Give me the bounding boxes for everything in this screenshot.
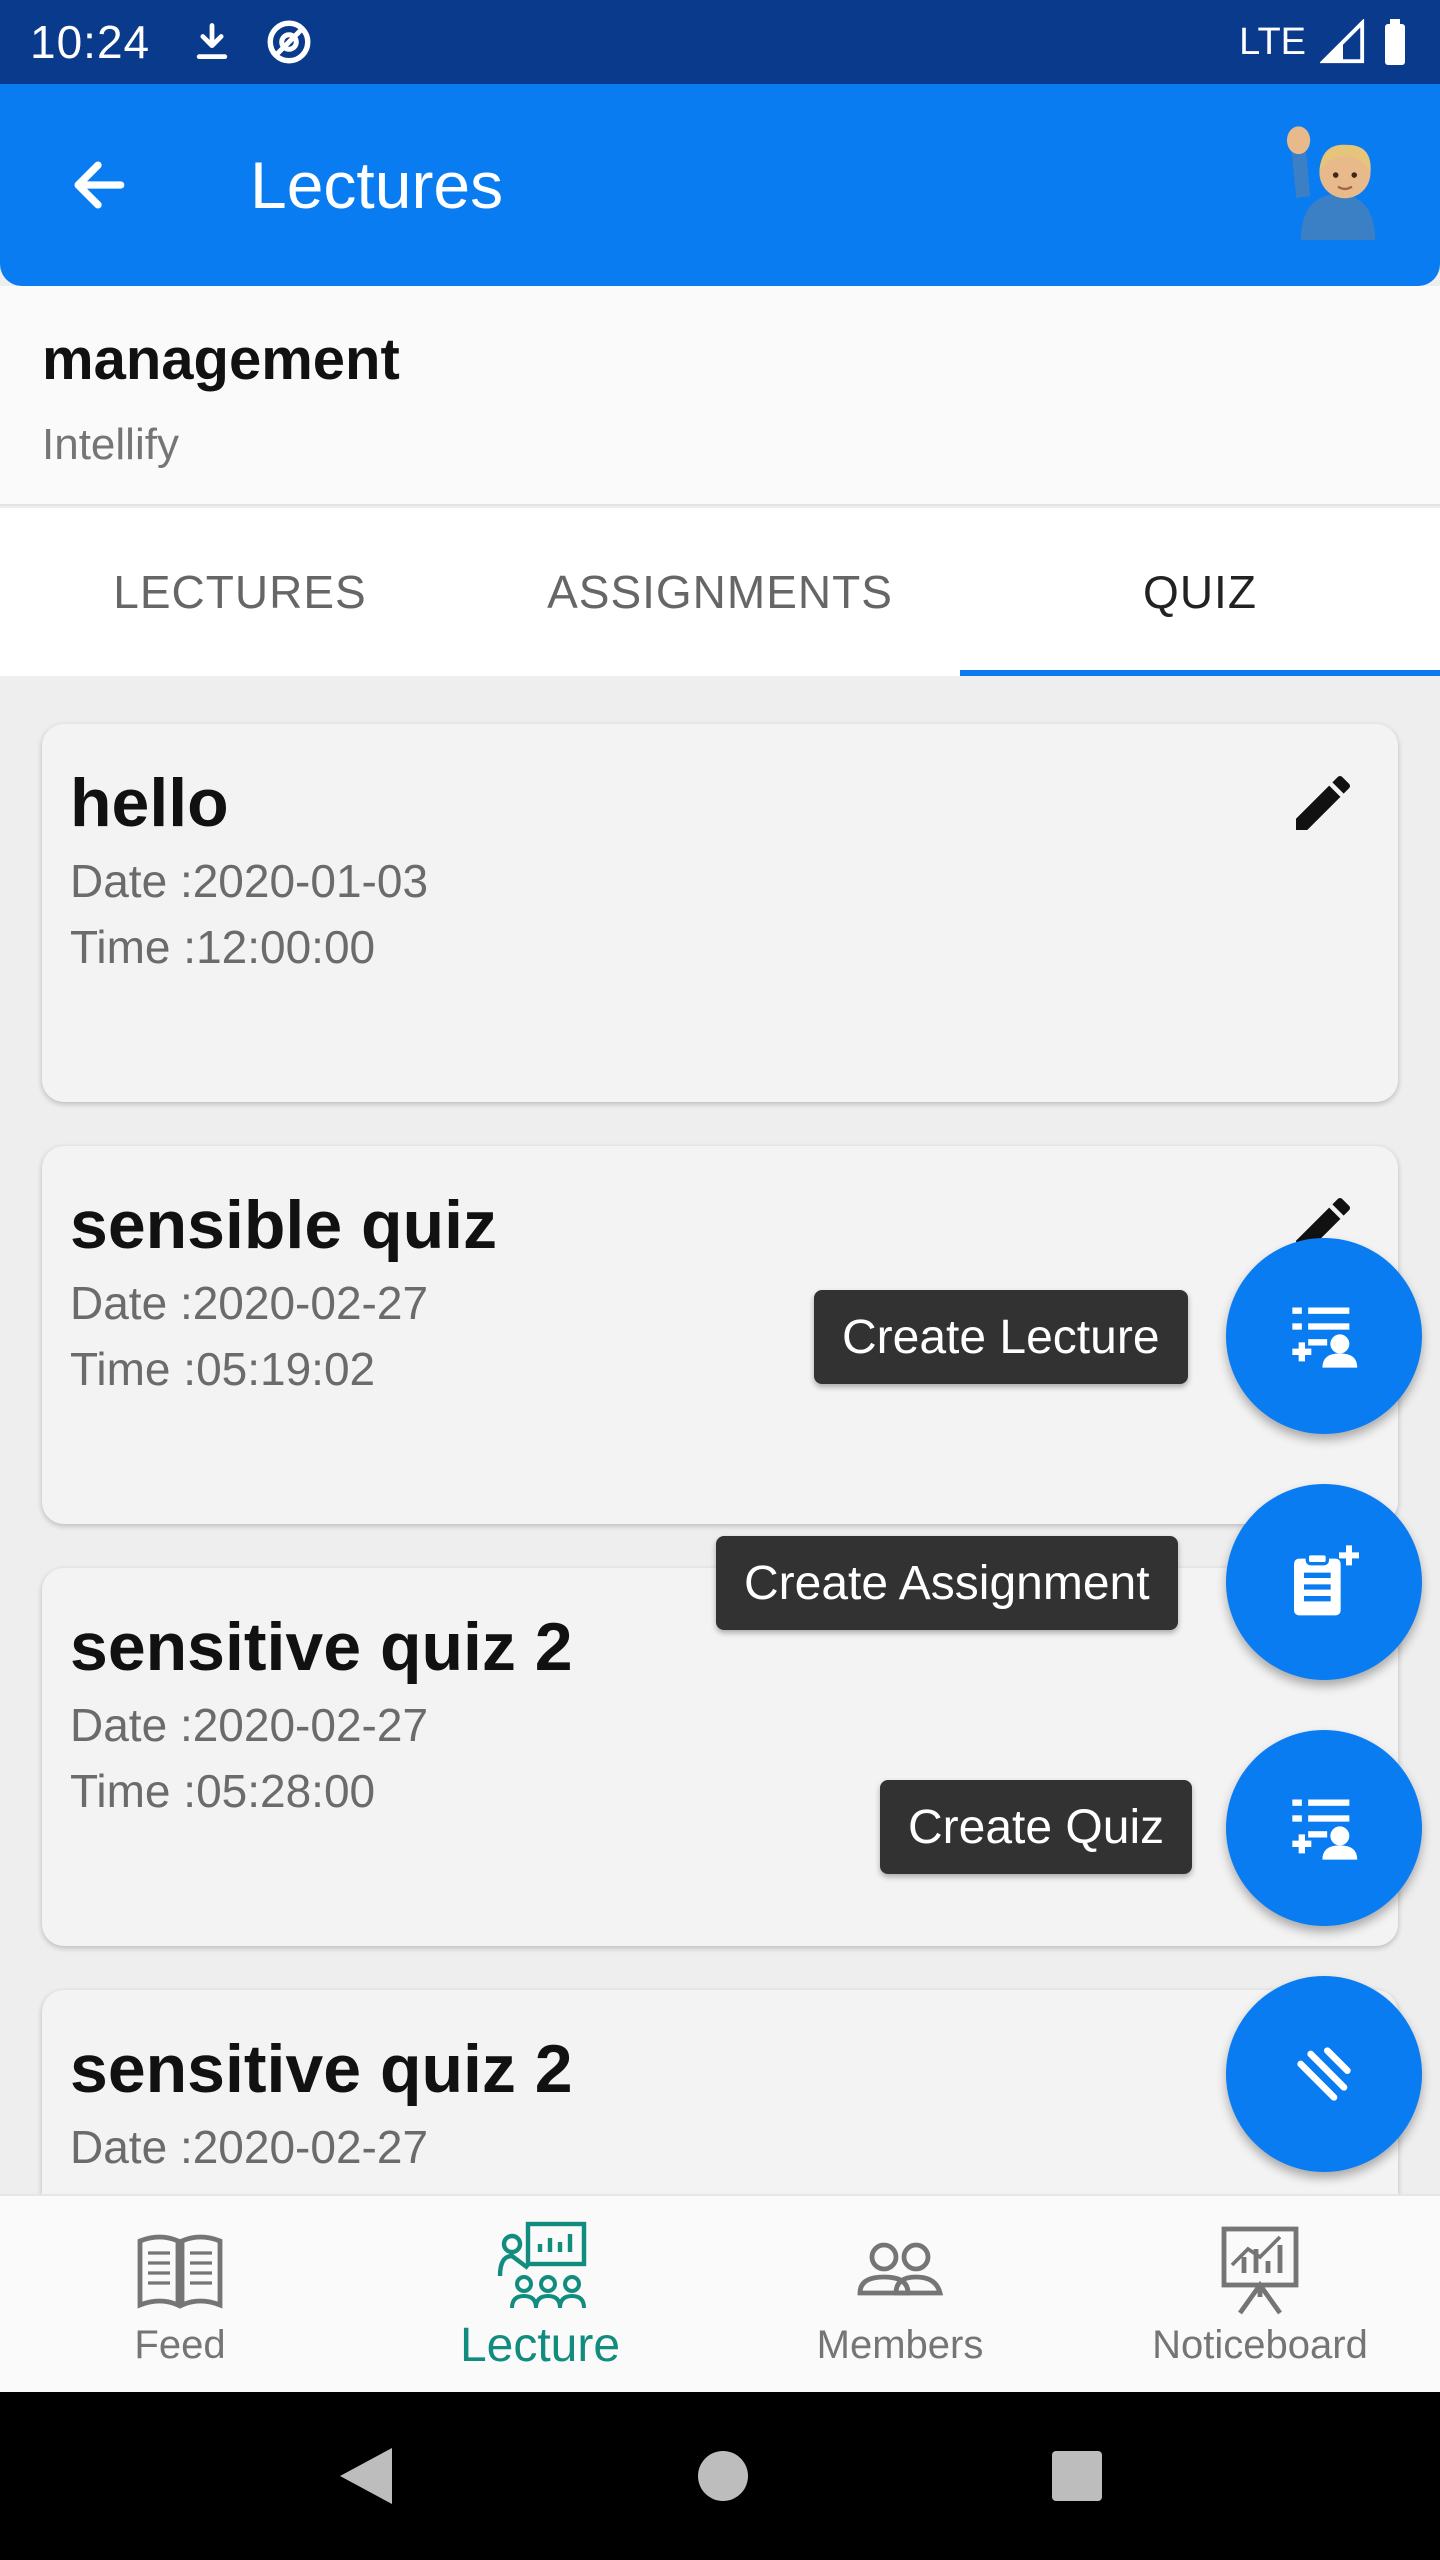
close-dial-icon [1297, 2047, 1351, 2101]
nav-members[interactable]: Members [720, 2196, 1080, 2392]
status-bar: 10:24 LTE [0, 0, 1440, 84]
people-icon [857, 2242, 944, 2295]
create-lecture-label[interactable]: Create Lecture [814, 1290, 1188, 1384]
nav-lecture[interactable]: Lecture [360, 2196, 720, 2392]
app-bar: Lectures [0, 84, 1440, 286]
raising-hand-avatar-icon[interactable] [1280, 124, 1396, 240]
quiz-date: Date :2020-02-27 [70, 1699, 429, 1751]
create-quiz-label[interactable]: Create Quiz [880, 1780, 1193, 1874]
lecture-add-icon [1292, 1307, 1358, 1368]
status-system-icons: LTE [1239, 18, 1410, 66]
create-assignment-label[interactable]: Create Assignment [716, 1536, 1178, 1630]
status-notification-icons [190, 17, 314, 67]
system-navigation-bar [0, 2392, 1440, 2560]
quiz-time: Time :05:28:00 [70, 1765, 376, 1817]
system-recents-icon[interactable] [1050, 2449, 1104, 2503]
edit-button[interactable] [1278, 758, 1368, 848]
quiz-title: sensitive quiz 2 [70, 2031, 573, 2107]
quiz-card[interactable]: hello Date :2020-01-03 Time :12:00:00 [42, 724, 1398, 1102]
download-icon [196, 23, 228, 60]
nav-noticeboard-label: Noticeboard [1152, 2322, 1368, 2367]
quiz-add-icon [1292, 1799, 1358, 1860]
board-chart-icon [1221, 2226, 1299, 2314]
quiz-time: Time :05:28:00 [70, 2186, 375, 2194]
sync-icon [267, 20, 311, 64]
quiz-title: hello [70, 765, 229, 841]
quiz-date: Date :2020-02-27 [70, 2121, 429, 2173]
signal-icon [1320, 19, 1365, 64]
quiz-title: sensible quiz [70, 1187, 497, 1263]
pencil-icon [1296, 775, 1351, 830]
arrow-back-icon [74, 161, 125, 209]
nav-feed[interactable]: Feed [0, 2196, 360, 2392]
create-lecture-button[interactable] [1226, 1238, 1422, 1434]
screen: 10:24 LTE Lectures management Intellify … [0, 0, 1440, 2560]
nav-noticeboard[interactable]: Noticeboard [1080, 2196, 1440, 2392]
create-assignment-button[interactable] [1226, 1484, 1422, 1680]
nav-members-label: Members [816, 2322, 984, 2367]
quiz-title: sensitive quiz 2 [70, 1609, 573, 1685]
quiz-date: Date :2020-02-27 [70, 1277, 429, 1329]
system-back-icon[interactable] [336, 2444, 396, 2508]
clipboard-add-icon [1294, 1545, 1359, 1616]
quiz-card[interactable]: sensitive quiz 2 Date :2020-02-27 Time :… [42, 1990, 1398, 2194]
presentation-icon [497, 2221, 587, 2308]
create-quiz-button[interactable] [1226, 1730, 1422, 1926]
quiz-time: Time :05:19:02 [70, 1343, 376, 1395]
book-icon [137, 2234, 223, 2309]
status-time: 10:24 [30, 16, 151, 68]
tab-quiz[interactable]: QUIZ [960, 508, 1440, 676]
tab-lectures[interactable]: LECTURES [0, 508, 480, 676]
nav-lecture-label: Lecture [459, 2318, 621, 2372]
battery-icon [1385, 19, 1405, 65]
bottom-navigation: Feed Lecture Members Noticeboard [0, 2194, 1440, 2392]
quiz-date: Date :2020-01-03 [70, 855, 429, 907]
class-header: management Intellify [0, 286, 1440, 506]
class-organization: Intellify [42, 420, 179, 469]
tab-bar: LECTURES ASSIGNMENTS QUIZ [0, 508, 1440, 676]
quiz-card[interactable]: sensible quiz Date :2020-02-27 Time :05:… [42, 1146, 1398, 1524]
system-home-icon[interactable] [696, 2449, 750, 2503]
network-type: LTE [1239, 20, 1306, 63]
page-title: Lectures [250, 148, 504, 222]
speed-dial-main-button[interactable] [1226, 1976, 1422, 2172]
nav-feed-label: Feed [134, 2322, 226, 2367]
quiz-list[interactable]: hello Date :2020-01-03 Time :12:00:00 se… [0, 676, 1440, 2194]
quiz-time: Time :12:00:00 [70, 921, 376, 973]
tab-assignments[interactable]: ASSIGNMENTS [480, 508, 960, 676]
class-name: management [42, 327, 400, 392]
back-button[interactable] [38, 125, 158, 245]
